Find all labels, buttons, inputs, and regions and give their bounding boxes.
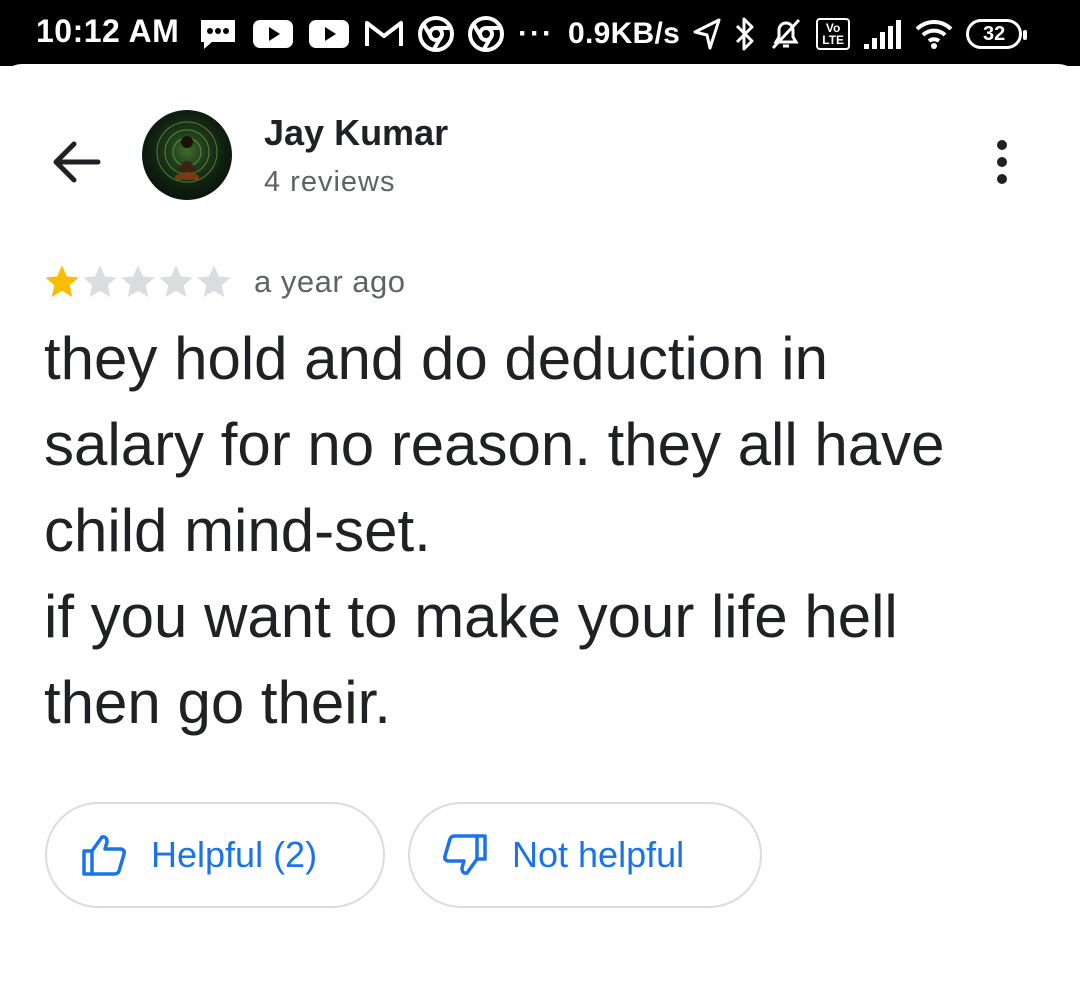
volte-icon: Vo LTE [816,18,851,50]
star-empty-icon [121,265,155,297]
review-time: a year ago [254,264,406,299]
not-helpful-button[interactable]: Not helpful [408,802,762,908]
star-rating [42,262,232,302]
author-name[interactable]: Jay Kumar [264,112,448,154]
chrome-icon [418,16,454,52]
system-icons: ··· 0.9KB/s Vo LTE 32 [518,10,1028,58]
more-options-button[interactable] [970,130,1034,194]
network-speed: 0.9KB/s [567,17,681,50]
messages-icon [201,20,235,49]
review-text-line: then go their. [44,669,391,736]
avatar[interactable] [142,110,232,200]
youtube-icon [253,20,293,48]
notification-icons [198,14,504,54]
star-empty-icon [197,265,231,297]
battery-level: 32 [983,22,1006,45]
star-empty-icon [83,265,117,297]
avatar-image [156,121,218,183]
signal-icon [864,20,902,49]
volte-label: Vo LTE [822,21,845,47]
back-button[interactable] [44,130,108,194]
status-time: 10:12 AM [36,13,180,49]
review-text-line: they hold and do deduction in [44,325,828,392]
review-text-line: child mind-set. [44,497,431,564]
youtube-icon [309,20,349,48]
review-text: they hold and do deduction in salary for… [44,316,1044,746]
wifi-icon [915,19,953,49]
status-bar: 10:12 AM ··· 0.9KB/s Vo LTE 32 [0,0,1080,66]
gmail-icon [365,21,403,46]
rating-row: a year ago [42,260,406,304]
muted-alarm-icon [772,18,801,50]
overflow-dots: ··· [518,17,554,50]
back-arrow-icon [53,141,101,183]
helpful-button[interactable]: Helpful (2) [45,802,385,908]
chrome-icon [468,16,504,52]
bluetooth-icon [736,17,754,51]
author-review-count: 4 reviews [264,166,396,198]
review-card: Jay Kumar 4 reviews a year ago they hold… [0,64,1080,995]
thumbs-up-icon [82,835,126,876]
review-text-line: if you want to make your life hell [44,583,898,650]
battery-icon: 32 [966,19,1028,49]
thumbs-down-icon [443,834,487,875]
more-vert-icon [997,140,1007,184]
star-empty-icon [159,265,193,297]
location-icon [693,18,721,50]
review-text-line: salary for no reason. they all have [44,411,945,478]
not-helpful-label: Not helpful [512,834,685,875]
helpful-label: Helpful (2) [151,834,318,875]
star-filled-icon [45,265,79,297]
